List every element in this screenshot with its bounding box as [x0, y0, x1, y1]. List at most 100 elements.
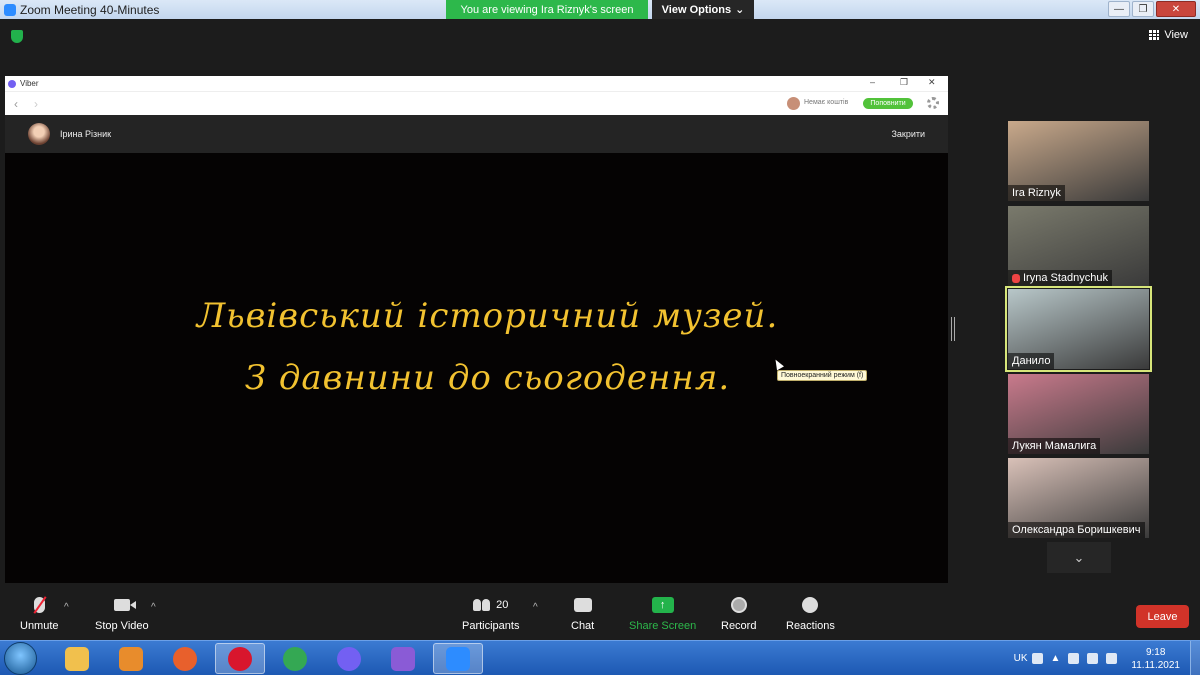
viber-user-avatar[interactable] — [787, 97, 800, 110]
participant-tile[interactable]: Олександра Боришкевич — [1008, 458, 1149, 538]
video-camera-icon — [113, 599, 136, 611]
participant-name-tag: Лукян Мамалига — [1008, 438, 1101, 454]
participant-tile[interactable]: Ira Riznyk — [1008, 121, 1149, 201]
network-icon[interactable] — [1087, 653, 1099, 664]
viber-app-name: Viber — [20, 79, 39, 88]
maximize-button[interactable]: ❐ — [1132, 1, 1154, 17]
gear-icon[interactable] — [927, 97, 939, 109]
viber-minimize-button[interactable]: – — [870, 77, 875, 87]
clock-date: 11.11.2021 — [1131, 659, 1180, 671]
participant-name: Данило — [1012, 355, 1051, 367]
participants-count: 20 — [496, 599, 509, 611]
record-label: Record — [721, 620, 757, 632]
leave-button[interactable]: Leave — [1136, 605, 1189, 628]
taskbar-app-media-player[interactable] — [106, 643, 156, 674]
zoom-icon — [446, 646, 470, 671]
chevron-down-icon: ⌄ — [1073, 549, 1085, 565]
participant-tile[interactable]: Лукян Мамалига — [1008, 374, 1149, 454]
view-options-label: View Options — [661, 3, 732, 16]
close-video-button[interactable]: Закрити — [891, 129, 925, 139]
media-player-icon — [119, 646, 143, 671]
viber-video-header: Ірина Різник Закрити — [5, 115, 948, 153]
participant-tile[interactable]: Данило — [1005, 286, 1152, 372]
participant-name: Олександра Боришкевич — [1012, 524, 1141, 536]
topup-button[interactable]: Поповнити — [863, 98, 913, 109]
language-indicator[interactable]: UK — [1014, 653, 1028, 664]
viber-logo-icon — [8, 79, 16, 88]
reactions-button[interactable]: Reactions — [786, 594, 835, 632]
window-title: Zoom Meeting 40-Minutes — [20, 2, 160, 17]
taskbar-app-viber[interactable] — [324, 643, 374, 674]
windows-taskbar: UK ▲ 9:18 11.11.2021 — [0, 640, 1200, 675]
security-shield-icon[interactable] — [11, 30, 23, 43]
view-options-button[interactable]: View Options ⌄ — [652, 0, 754, 19]
stop-video-label: Stop Video — [95, 620, 149, 632]
panel-resize-handle[interactable] — [951, 317, 955, 341]
participants-button[interactable]: 20 Participants — [462, 594, 519, 632]
viewing-banner: You are viewing Ira Riznyk's screen — [446, 0, 648, 19]
zoom-meeting-window: Zoom Meeting 40-Minutes You are viewing … — [0, 0, 1200, 675]
forward-arrow-icon[interactable]: › — [34, 97, 38, 111]
view-label: View — [1164, 29, 1188, 41]
shared-screen: Viber – ❐ ✕ ‹ › Немає коштів Поповнити І… — [5, 76, 948, 583]
taskbar-app-explorer[interactable] — [52, 643, 102, 674]
viber-maximize-button[interactable]: ❐ — [900, 77, 908, 88]
participant-name-tag: Олександра Боришкевич — [1008, 522, 1145, 538]
visual-studio-icon — [391, 646, 415, 671]
keyboard-icon[interactable] — [1031, 653, 1043, 664]
viber-nav-bar: ‹ › Немає коштів Поповнити — [5, 91, 948, 115]
slide-title-line-1: Львівський історичний музей. — [196, 296, 779, 336]
audio-options-caret[interactable]: ^ — [64, 602, 69, 613]
participant-name-tag: Iryna Stadnychuk — [1008, 270, 1112, 286]
gallery-scroll-down-button[interactable]: ⌄ — [1047, 542, 1111, 573]
share-screen-icon: ↑ — [651, 597, 674, 613]
reactions-label: Reactions — [786, 620, 835, 632]
grid-icon — [1149, 30, 1160, 40]
taskbar-app-visual-studio[interactable] — [378, 643, 428, 674]
participant-name-tag: Данило — [1008, 353, 1055, 369]
power-icon[interactable] — [1068, 653, 1080, 664]
chat-button[interactable]: Chat — [571, 594, 594, 632]
participants-icon — [473, 599, 491, 611]
share-screen-label: Share Screen — [629, 620, 697, 632]
back-arrow-icon[interactable]: ‹ — [14, 97, 18, 111]
viber-close-button[interactable]: ✕ — [928, 77, 936, 88]
record-icon — [730, 597, 747, 613]
system-tray: UK ▲ 9:18 11.11.2021 — [1014, 641, 1200, 675]
video-options-caret[interactable]: ^ — [151, 602, 156, 613]
participant-name-tag: Ira Riznyk — [1008, 185, 1065, 201]
contact-name: Ірина Різник — [60, 129, 112, 139]
viber-title-bar: Viber – ❐ ✕ — [5, 76, 948, 91]
windows-start-button[interactable] — [4, 642, 37, 675]
stop-video-button[interactable]: Stop Video — [95, 594, 149, 632]
unmute-label: Unmute — [20, 620, 59, 632]
chrome-icon — [283, 646, 307, 671]
contact-avatar — [28, 123, 50, 145]
participants-options-caret[interactable]: ^ — [533, 602, 538, 613]
participant-name: Лукян Мамалига — [1012, 440, 1097, 452]
tray-expand-icon[interactable]: ▲ — [1051, 653, 1061, 664]
zoom-app-icon — [4, 3, 16, 16]
taskbar-app-firefox[interactable] — [160, 643, 210, 674]
show-desktop-button[interactable] — [1190, 641, 1200, 675]
viber-icon — [337, 646, 361, 671]
clock[interactable]: 9:18 11.11.2021 — [1131, 646, 1180, 672]
close-button[interactable]: ✕ — [1156, 1, 1196, 17]
slide-video: Львівський історичний музей. З давнини д… — [5, 153, 948, 583]
taskbar-app-opera[interactable] — [215, 643, 265, 674]
participant-name: Ira Riznyk — [1012, 187, 1061, 199]
view-layout-button[interactable]: View — [1149, 29, 1188, 41]
fullscreen-tooltip: Повноекранний режим (f) — [777, 370, 868, 381]
participant-name: Iryna Stadnychuk — [1023, 272, 1108, 284]
participant-tile[interactable]: Iryna Stadnychuk — [1008, 206, 1149, 286]
chat-bubble-icon — [573, 598, 592, 612]
volume-icon[interactable] — [1106, 653, 1118, 664]
share-screen-button[interactable]: ↑ Share Screen — [629, 594, 696, 632]
minimize-button[interactable]: — — [1108, 1, 1130, 17]
record-button[interactable]: Record — [721, 594, 756, 632]
taskbar-app-chrome[interactable] — [270, 643, 320, 674]
firefox-icon — [173, 646, 197, 671]
unmute-button[interactable]: Unmute — [20, 594, 59, 632]
chevron-down-icon: ⌄ — [735, 4, 745, 16]
taskbar-app-zoom[interactable] — [433, 643, 483, 674]
